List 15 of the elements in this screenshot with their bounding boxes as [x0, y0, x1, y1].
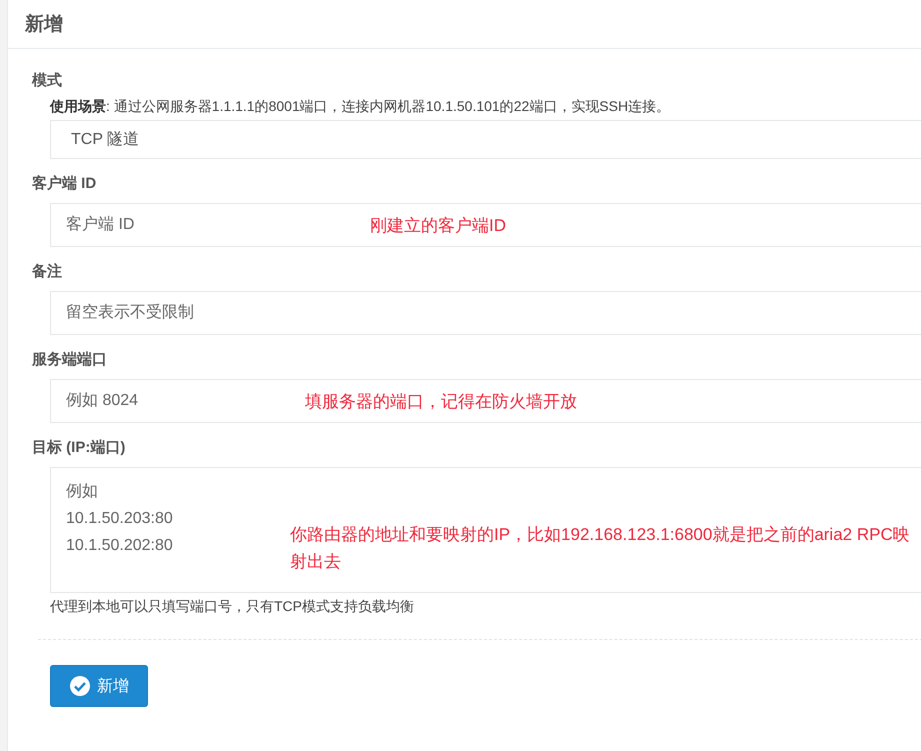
- field-label: 目标 (IP:端口): [32, 438, 126, 457]
- help-text: 代理到本地可以只填写端口号，只有TCP模式支持负载均衡: [50, 598, 415, 616]
- field-label: 备注: [32, 262, 63, 281]
- usage-hint: 使用场景: 通过公网服务器1.1.1.1的8001端口，连接内网机器10.1.50.101的22端口，实现SSH连接。: [50, 98, 672, 116]
- mode-select[interactable]: TCP 隧道: [50, 120, 921, 159]
- field-label: 模式: [32, 71, 63, 90]
- add-button[interactable]: 新增: [50, 665, 148, 707]
- annotation-text: 填服务器的端口，记得在防火墙开放: [305, 391, 577, 413]
- input-field[interactable]: 留空表示不受限制: [50, 291, 921, 335]
- field-label: 客户端 ID: [32, 174, 98, 193]
- panel-title: 新增: [25, 12, 63, 37]
- check-icon: [69, 675, 91, 697]
- field-label: 服务端端口: [32, 350, 108, 369]
- annotation-text: 刚建立的客户端ID: [370, 215, 506, 237]
- annotation-text: 你路由器的地址和要映射的IP，比如192.168.123.1:6800就是把之前的aria2 RPC映射出去: [290, 524, 910, 573]
